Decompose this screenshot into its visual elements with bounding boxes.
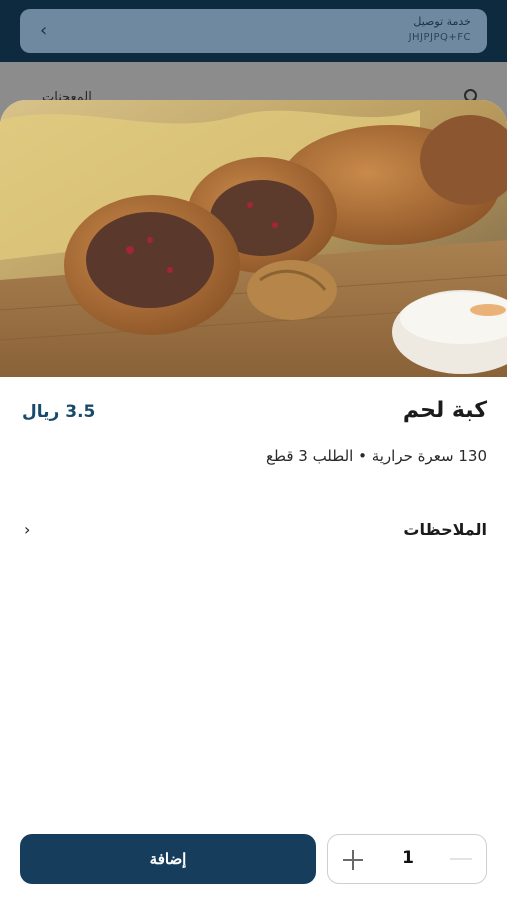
notes-row[interactable]: الملاحظات ›: [0, 508, 507, 554]
item-price: 3.5 ريال: [22, 402, 96, 422]
item-detail-sheet: كبة لحم 3.5 ريال 130 سعرة حرارية • الطلب…: [0, 100, 507, 900]
quantity-stepper: 1: [327, 834, 487, 884]
delivery-selector[interactable]: ‹ خدمة توصيل JHJPJPQ+FC: [20, 9, 487, 53]
add-to-cart-button[interactable]: إضافة: [20, 834, 316, 884]
minus-icon[interactable]: [450, 858, 472, 860]
item-details: 130 سعرة حرارية • الطلب 3 قطع: [266, 447, 487, 465]
plus-icon[interactable]: [340, 847, 366, 873]
chevron-right-icon: ›: [24, 520, 31, 539]
notes-label: الملاحظات: [403, 520, 487, 539]
app-header: ‹ خدمة توصيل JHJPJPQ+FC: [0, 0, 507, 62]
food-image: [0, 100, 507, 377]
item-name: كبة لحم: [402, 398, 487, 423]
quantity-value: 1: [402, 848, 414, 868]
delivery-code: JHJPJPQ+FC: [408, 32, 471, 43]
delivery-title: خدمة توصيل: [413, 15, 471, 28]
chevron-left-icon: ‹: [40, 20, 48, 41]
